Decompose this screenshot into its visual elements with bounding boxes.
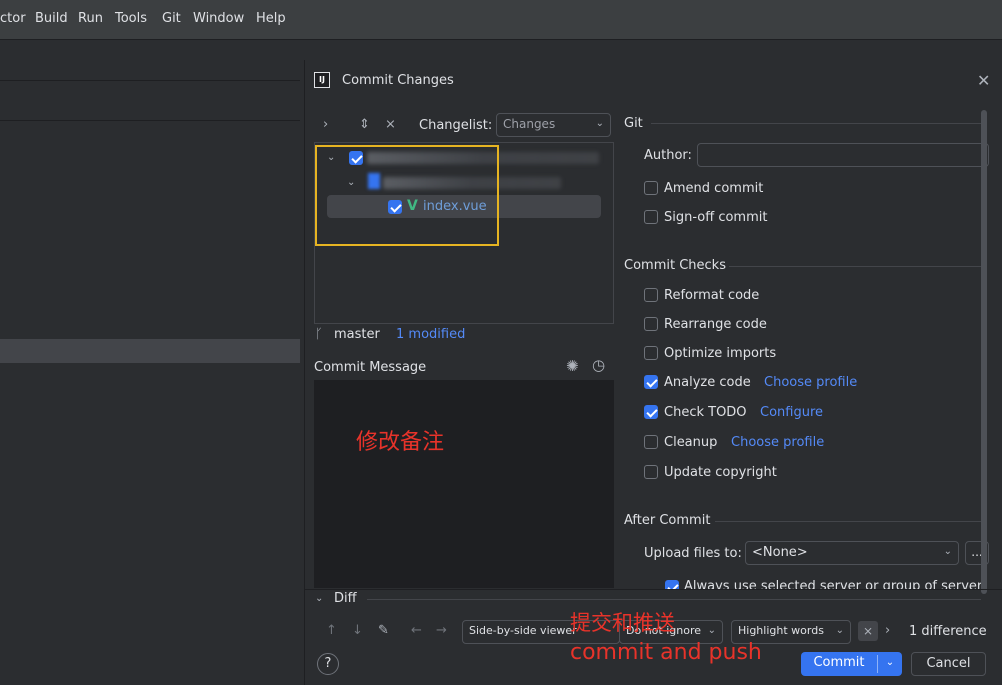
chevron-down-icon[interactable]: ⌄ <box>315 591 323 607</box>
cancel-button[interactable]: Cancel <box>911 652 986 676</box>
divider <box>715 521 981 522</box>
close-icon[interactable]: ✕ <box>977 73 990 89</box>
analyze-code-checkbox[interactable] <box>644 375 658 389</box>
todo-configure-link[interactable]: Configure <box>760 405 823 420</box>
divider <box>0 80 300 81</box>
highlight-value: Highlight words <box>738 624 824 637</box>
analyze-code-label[interactable]: Analyze code <box>664 375 751 390</box>
history-icon[interactable]: ◷ <box>592 357 605 373</box>
optimize-imports-checkbox[interactable] <box>644 346 658 360</box>
after-commit-title: After Commit <box>624 513 711 528</box>
signoff-commit-checkbox[interactable] <box>644 210 658 224</box>
check-todo-label[interactable]: Check TODO <box>664 405 747 420</box>
main-menu-bar: ctor Build Run Tools Git Window Help <box>0 0 1002 40</box>
scrollbar-thumb[interactable] <box>981 110 987 594</box>
commit-message-text: 修改备注 <box>356 430 445 455</box>
chevron-down-icon: ⌄ <box>835 625 844 636</box>
update-copyright-checkbox[interactable] <box>644 465 658 479</box>
intellij-logo-icon: IJ <box>314 72 330 88</box>
commit-message-label: Commit Message <box>314 360 427 375</box>
pencil-icon[interactable]: ✎ <box>378 623 389 639</box>
commit-button-label: Commit <box>813 655 865 670</box>
menu-build[interactable]: Build <box>35 11 68 26</box>
divider <box>877 655 878 673</box>
expand-arrow-icon[interactable]: › <box>323 117 328 133</box>
menu-git[interactable]: Git <box>162 11 181 26</box>
changelist-value: Changes <box>503 117 556 131</box>
dialog-title: Commit Changes <box>342 73 454 88</box>
divider <box>729 266 981 267</box>
rearrange-code-checkbox[interactable] <box>644 317 658 331</box>
commit-changes-dialog: IJ Commit Changes ✕ › ⇕ ⨯ Changelist: Ch… <box>304 60 1002 685</box>
expand-all-icon[interactable]: ⇕ <box>359 117 370 133</box>
highlight-box <box>315 145 499 246</box>
difference-count: 1 difference <box>909 624 987 639</box>
optimize-imports-label[interactable]: Optimize imports <box>664 346 776 361</box>
modified-count[interactable]: 1 modified <box>396 327 465 342</box>
changelist-dropdown[interactable]: Changes ⌄ <box>496 113 611 137</box>
annotation-chinese: 提交和推送 <box>570 611 675 635</box>
divider <box>651 123 981 124</box>
chevron-right-icon[interactable]: › <box>885 623 890 639</box>
ai-assistant-icon[interactable]: ✺ <box>566 358 579 374</box>
chevron-down-icon: ⌄ <box>707 625 716 636</box>
chevron-down-icon: ⌄ <box>943 546 952 557</box>
amend-commit-checkbox[interactable] <box>644 181 658 195</box>
cleanup-label[interactable]: Cleanup <box>664 435 717 450</box>
git-section-title: Git <box>624 116 643 131</box>
arrow-right-icon[interactable]: → <box>436 623 447 639</box>
rearrange-code-label[interactable]: Rearrange code <box>664 317 767 332</box>
help-button[interactable]: ? <box>317 653 339 675</box>
author-input[interactable] <box>697 143 989 167</box>
divider <box>0 120 300 121</box>
collapse-all-icon[interactable]: ⨯ <box>385 117 396 133</box>
divider <box>305 589 1002 590</box>
always-use-row-clipped: Always use selected server or group of s… <box>664 580 984 589</box>
always-use-label[interactable]: Always use selected server or group of s… <box>684 580 984 589</box>
update-copyright-label[interactable]: Update copyright <box>664 465 777 480</box>
divider <box>367 599 981 600</box>
branch-icon: ᚴ <box>315 327 323 342</box>
collapse-unchanged-icon[interactable]: ⨯ <box>858 621 878 641</box>
changelist-label: Changelist: <box>419 118 493 133</box>
arrow-left-icon[interactable]: ← <box>411 623 422 639</box>
commit-button[interactable]: Commit ⌄ <box>801 652 902 676</box>
menu-window[interactable]: Window <box>193 11 244 26</box>
cleanup-checkbox[interactable] <box>644 435 658 449</box>
author-label: Author: <box>644 148 692 163</box>
commit-message-editor[interactable]: 修改备注 <box>314 380 614 588</box>
amend-commit-label[interactable]: Amend commit <box>664 181 763 196</box>
reformat-code-label[interactable]: Reformat code <box>664 288 759 303</box>
chevron-down-icon: ⌄ <box>595 118 604 129</box>
arrow-up-icon[interactable]: ↑ <box>326 623 337 639</box>
analyze-choose-profile-link[interactable]: Choose profile <box>764 375 857 390</box>
upload-server-dropdown[interactable]: <None> ⌄ <box>745 541 959 565</box>
check-todo-checkbox[interactable] <box>644 405 658 419</box>
upload-files-label: Upload files to: <box>644 546 742 561</box>
chevron-down-icon[interactable]: ⌄ <box>879 652 901 674</box>
branch-name[interactable]: master <box>334 327 380 342</box>
menu-run[interactable]: Run <box>78 11 103 26</box>
upload-server-value: <None> <box>752 545 808 560</box>
viewer-mode-value: Side-by-side viewer <box>469 624 577 637</box>
reformat-code-checkbox[interactable] <box>644 288 658 302</box>
diff-title[interactable]: Diff <box>334 591 357 606</box>
signoff-commit-label[interactable]: Sign-off commit <box>664 210 767 225</box>
menu-refactor[interactable]: ctor <box>0 11 26 26</box>
menu-tools[interactable]: Tools <box>115 11 147 26</box>
always-use-checkbox[interactable] <box>665 580 679 589</box>
arrow-down-icon[interactable]: ↓ <box>352 623 363 639</box>
annotation-english: commit and push <box>570 640 762 665</box>
cleanup-choose-profile-link[interactable]: Choose profile <box>731 435 824 450</box>
menu-help[interactable]: Help <box>256 11 286 26</box>
project-tree-selected-row[interactable] <box>0 339 300 363</box>
commit-checks-title: Commit Checks <box>624 258 726 273</box>
